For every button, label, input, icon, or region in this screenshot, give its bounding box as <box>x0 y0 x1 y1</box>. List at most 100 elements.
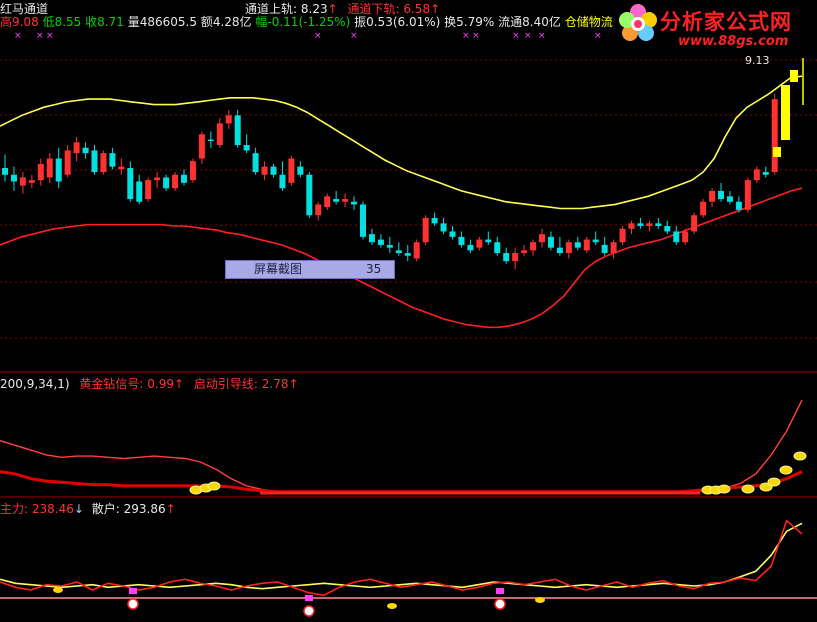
main-force-label: 主力: <box>0 502 29 516</box>
candle-body <box>601 244 608 254</box>
flower-logo-icon <box>619 4 657 41</box>
candle-body <box>189 161 196 181</box>
candle-body <box>243 145 250 151</box>
buy-marker-icon <box>494 598 506 610</box>
candle-body <box>512 253 519 262</box>
change-label: 幅 <box>255 15 268 29</box>
candle-body <box>172 174 179 189</box>
price-marker: 9.13 <box>745 54 770 67</box>
candle-body <box>288 158 295 183</box>
candle-body <box>413 242 420 259</box>
candle-body <box>530 242 537 251</box>
volume-label: 量 <box>127 15 140 29</box>
candle-body <box>279 174 286 189</box>
panel2-params: 200,9,34,1) <box>0 377 70 391</box>
marker-dot: × <box>594 31 602 41</box>
candle-body <box>556 247 563 254</box>
gold-signal-icon <box>793 451 807 461</box>
candle-body <box>565 242 572 254</box>
low-value: 8.55 <box>54 15 82 29</box>
candle-body <box>458 236 465 245</box>
candle-body <box>762 172 769 175</box>
candle-body <box>261 166 268 175</box>
screenshot-tooltip[interactable]: 屏幕截图 35 <box>225 260 395 279</box>
candle-body <box>726 196 733 202</box>
candle-body <box>198 134 205 159</box>
candle-body <box>225 115 232 124</box>
gold-signal-icon <box>717 484 731 494</box>
buy-flag-icon <box>129 588 137 594</box>
candle-body <box>547 236 554 248</box>
watermark-text: 分析家公式网 <box>660 10 792 34</box>
gold-signal-icon <box>535 597 545 603</box>
gold-signal-icon <box>767 477 781 487</box>
candle-body <box>476 239 483 248</box>
candle-body <box>494 242 501 254</box>
candle-body <box>315 204 322 216</box>
screenshot-label: 屏幕截图 <box>254 262 303 276</box>
candle-body <box>440 223 447 232</box>
watermark-url: www.88gs.com <box>678 34 789 49</box>
candle-body <box>154 177 161 181</box>
candle-body <box>637 223 644 227</box>
amplitude-value: 0.53(6.01%) <box>366 15 441 29</box>
quote-line: 高9.08 低8.55 收8.71 量486605.5 额4.28亿 幅-0.1… <box>0 13 613 30</box>
candle-body <box>377 239 384 245</box>
candle-body <box>234 115 241 146</box>
candle-body <box>28 180 35 183</box>
chart-canvas[interactable]: × × × × × × × × × × × <box>0 0 817 622</box>
retail-value: 293.86 <box>123 502 166 516</box>
buy-flag-icon <box>496 588 504 594</box>
candle-body <box>118 166 125 170</box>
candle-body <box>592 239 599 243</box>
candle-body <box>744 180 751 210</box>
buy-marker-icon <box>127 598 139 610</box>
breakout-bar <box>773 147 781 157</box>
retail-line <box>0 522 803 590</box>
candle-body <box>100 153 107 173</box>
candle-body <box>386 244 393 248</box>
candle-body <box>628 223 635 229</box>
candle-body <box>771 99 778 173</box>
up-arrow-icon: ↑ <box>174 377 185 391</box>
marker-dot: × <box>512 31 520 41</box>
close-value: 8.71 <box>97 15 124 29</box>
candle-body <box>342 199 349 202</box>
candle-body <box>2 168 8 175</box>
candle-body <box>368 234 375 243</box>
amplitude-label: 振 <box>354 15 367 29</box>
down-arrow-icon: ↓ <box>73 502 84 516</box>
signal-value: 0.99 <box>147 377 174 391</box>
candle-body <box>583 239 590 251</box>
marker-dot: × <box>350 31 358 41</box>
change-value: -0.11(-1.25%) <box>267 15 351 29</box>
candle-body <box>181 174 187 183</box>
float-label: 流通 <box>498 15 523 29</box>
candle-body <box>136 181 143 202</box>
candle-body <box>333 199 340 202</box>
candle-body <box>252 153 259 173</box>
close-label: 收 <box>85 15 98 29</box>
marker-dot: × <box>524 31 532 41</box>
guide-value: 2.78 <box>261 377 289 391</box>
signal-line <box>0 470 803 494</box>
amount-value: 4.28亿 <box>212 15 252 29</box>
high-label: 高 <box>0 15 13 29</box>
candle-body <box>449 231 456 237</box>
candle-body <box>574 242 581 248</box>
turnover-value: 5.79% <box>456 15 495 29</box>
candle-body <box>700 201 707 216</box>
candle-body <box>682 231 689 243</box>
candle-body <box>655 223 662 227</box>
breakout-bar <box>781 85 790 140</box>
candle-body <box>619 228 626 243</box>
candle-body <box>422 217 429 243</box>
candle-body <box>521 250 528 254</box>
candle-body <box>216 123 223 146</box>
breakout-bar <box>790 70 798 82</box>
panel3-header: 主力: 238.46↓ 散户: 293.86↑ <box>0 500 176 517</box>
candle-body <box>467 244 474 251</box>
gold-signal-icon <box>779 465 793 475</box>
candle-body <box>73 142 80 154</box>
candle-body <box>64 150 71 175</box>
